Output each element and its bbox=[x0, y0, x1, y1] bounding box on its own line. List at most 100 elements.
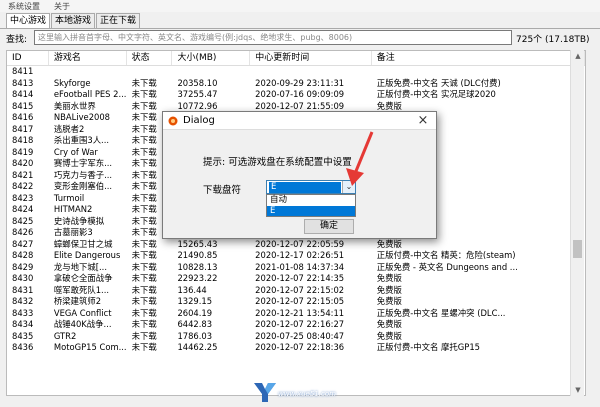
cell-status: 未下载 bbox=[131, 261, 157, 272]
watermark-icon bbox=[254, 383, 276, 402]
cell-status: 未下载 bbox=[131, 296, 157, 306]
cell-note: 免费版 bbox=[376, 319, 402, 329]
cell-note bbox=[372, 66, 585, 78]
disk-option-e[interactable]: E bbox=[267, 205, 355, 216]
cell-id: 8418 bbox=[12, 135, 34, 145]
cell-status: 未下载 bbox=[131, 89, 157, 99]
table-row[interactable]: 8431 噬军敢死队1... 未下载 136.44 2020-12-07 22:15:0… bbox=[7, 285, 585, 297]
cell-name: Turmoil bbox=[53, 192, 85, 203]
tab-bar: 中心游戏 本地游戏 正在下载 bbox=[6, 13, 141, 29]
cell-status: 未下载 bbox=[131, 77, 157, 88]
cell-id: 8429 bbox=[12, 261, 34, 272]
table-row[interactable]: 8427 蟑螂保卫甘之城 未下载 15265.43 2020-12-07 22:05:5… bbox=[7, 239, 585, 251]
close-icon[interactable]: × bbox=[414, 112, 432, 129]
cell-id: 8411 bbox=[12, 66, 34, 76]
cell-id: 8420 bbox=[12, 158, 34, 168]
menu-about[interactable]: 关于 bbox=[46, 0, 76, 12]
search-row: 查找: 725个 (17.18TB) bbox=[6, 30, 600, 46]
tab-divider bbox=[0, 28, 600, 29]
cell-id: 8425 bbox=[12, 215, 34, 226]
cell-note: 正版免费-中文名 星螺冲突 (DLC... bbox=[376, 307, 506, 318]
column-header-name[interactable]: 游戏名 bbox=[49, 51, 127, 65]
cell-id: 8431 bbox=[12, 284, 34, 295]
cell-name: 巧克力与香子... bbox=[53, 169, 113, 180]
dialog-titlebar: Dialog × bbox=[163, 112, 436, 130]
cell-note: 正版付费-中文名 精英：危险(steam) bbox=[376, 250, 516, 260]
table-row[interactable]: 8429 龙与地下城[... 未下载 10828.13 2021-01-08 14:37… bbox=[7, 262, 585, 274]
cell-status bbox=[127, 66, 173, 78]
cell-id: 8424 bbox=[12, 204, 34, 214]
cell-id: 8426 bbox=[12, 227, 34, 237]
cell-name: MotoGP15 Com... bbox=[53, 342, 127, 352]
cell-id: 8419 bbox=[12, 146, 34, 157]
cell-id: 8428 bbox=[12, 250, 34, 260]
column-header-update-time[interactable]: 中心更新时间 bbox=[250, 51, 372, 65]
scroll-down-icon[interactable]: ▼ bbox=[574, 386, 582, 394]
ok-button[interactable]: 确定 bbox=[304, 219, 354, 234]
cell-update-time: 2020-12-07 22:15:02 bbox=[255, 284, 345, 295]
cell-update-time: 2020-12-07 22:05:59 bbox=[255, 238, 345, 249]
cell-name: 赛博士字军东... bbox=[53, 158, 113, 168]
table-row[interactable]: 8434 战锤40K战争... 未下载 6442.83 2020-12-07 22:16… bbox=[7, 319, 585, 331]
cell-id: 8432 bbox=[12, 296, 34, 306]
cell-name: 战锤40K战争... bbox=[53, 319, 112, 329]
cell-size: 22923.22 bbox=[177, 273, 218, 283]
cell-name: Cry of War bbox=[53, 146, 98, 157]
app-icon bbox=[168, 116, 178, 126]
cell-size: 10828.13 bbox=[177, 261, 218, 272]
cell-note: 正版免费 - 英文名 Dungeons and ... bbox=[376, 261, 518, 272]
tab-center-games[interactable]: 中心游戏 bbox=[6, 13, 51, 29]
column-header-status[interactable]: 状态 bbox=[127, 51, 173, 65]
watermark-text: www.xue51.com bbox=[278, 390, 336, 398]
table-row[interactable]: 8411 bbox=[7, 66, 585, 78]
cell-name: 桥梁建筑师2 bbox=[53, 296, 102, 306]
search-input[interactable] bbox=[34, 30, 512, 45]
cell-status: 未下载 bbox=[131, 284, 157, 295]
cell-name: 龙与地下城[... bbox=[53, 261, 107, 272]
cell-id: 8414 bbox=[12, 89, 34, 99]
cell-id: 8415 bbox=[12, 100, 34, 111]
table-row[interactable]: 8428 Elite Dangerous 未下载 21490.85 2020-12-17… bbox=[7, 250, 585, 262]
download-disk-dialog: Dialog × 提示: 可选游戏盘在系统配置中设置 下载盘符 E ⌄ 自动 E… bbox=[162, 111, 437, 239]
cell-update-time: 2020-12-21 13:54:11 bbox=[255, 307, 345, 318]
vertical-scrollbar[interactable]: ▲ ▼ bbox=[570, 50, 584, 396]
cell-name bbox=[49, 66, 127, 78]
download-disk-selected: E bbox=[269, 182, 341, 193]
cell-status: 未下载 bbox=[131, 319, 157, 329]
red-arrow-annotation bbox=[346, 131, 374, 186]
download-disk-dropdown: 自动 E bbox=[266, 194, 356, 217]
column-header-id[interactable]: ID bbox=[7, 51, 49, 65]
cell-name: 史诗战争模拟 bbox=[53, 215, 105, 226]
cell-status: 未下载 bbox=[131, 238, 157, 249]
cell-note: 正版付费-中文名 摩托GP15 bbox=[376, 342, 481, 352]
cell-name: 变形金刚塞伯... bbox=[53, 181, 113, 191]
tab-local-games[interactable]: 本地游戏 bbox=[51, 13, 96, 28]
scrollbar-thumb[interactable] bbox=[573, 240, 582, 258]
cell-status: 未下载 bbox=[131, 307, 157, 318]
column-header-note[interactable]: 备注 bbox=[372, 51, 585, 65]
cell-size: 6442.83 bbox=[177, 319, 213, 329]
cell-name: HITMAN2 bbox=[53, 204, 93, 214]
table-row[interactable]: 8436 MotoGP15 Com... 未下载 14462.25 2020-12-07… bbox=[7, 342, 585, 354]
cell-note: 免费版 bbox=[376, 330, 402, 341]
cell-size: 37255.47 bbox=[177, 89, 218, 99]
column-header-size[interactable]: 大小(MB) bbox=[172, 51, 251, 65]
scroll-up-icon[interactable]: ▲ bbox=[574, 52, 582, 60]
table-row[interactable]: 8435 GTR2 未下载 1786.03 2020-07-25 08:40:47 免费版 bbox=[7, 331, 585, 343]
menu-system-settings[interactable]: 系统设置 bbox=[0, 0, 46, 12]
download-disk-label: 下载盘符 bbox=[203, 185, 242, 196]
tab-downloading[interactable]: 正在下载 bbox=[96, 13, 141, 28]
table-row[interactable]: 8432 桥梁建筑师2 未下载 1329.15 2020-12-07 22:15:05 免… bbox=[7, 296, 585, 308]
table-row[interactable]: 8433 VEGA Conflict 未下载 2604.19 2020-12-21 13… bbox=[7, 308, 585, 320]
table-row[interactable]: 8430 拿破仑全面战争 未下载 22923.22 2020-12-07 22:14:3… bbox=[7, 273, 585, 285]
disk-option-auto[interactable]: 自动 bbox=[267, 195, 355, 206]
table-row[interactable]: 8414 eFootball PES 2... 未下载 37255.47 2020-07… bbox=[7, 89, 585, 101]
table-row[interactable]: 8413 Skyforge 未下载 20358.10 2020-09-29 23:11:… bbox=[7, 78, 585, 90]
cell-status: 未下载 bbox=[131, 273, 157, 283]
cell-id: 8413 bbox=[12, 77, 34, 88]
cell-update-time: 2020-12-17 02:26:51 bbox=[255, 250, 345, 260]
cell-status: 未下载 bbox=[131, 342, 157, 352]
cell-note: 免费版 bbox=[376, 273, 402, 283]
cell-id: 8417 bbox=[12, 123, 34, 134]
cell-size: 21490.85 bbox=[177, 250, 218, 260]
